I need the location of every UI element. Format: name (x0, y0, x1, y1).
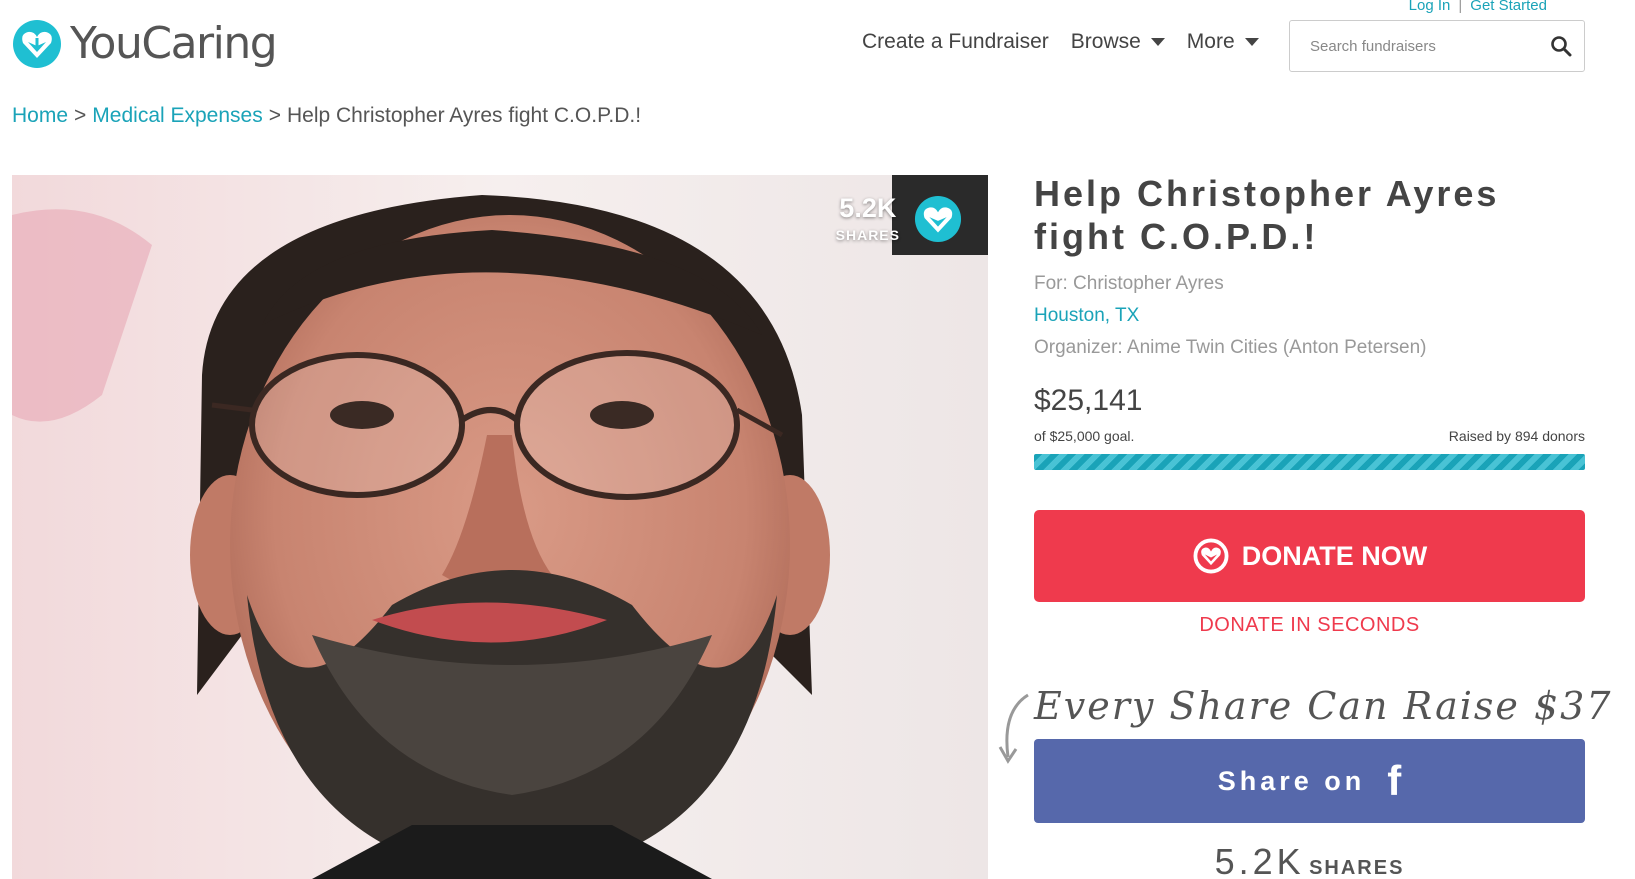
search-input[interactable] (1310, 37, 1550, 55)
share-on-facebook-button[interactable]: Share on f (1034, 739, 1585, 823)
goal-row: of $25,000 goal. Raised by 894 donors (1034, 428, 1585, 444)
nav-create-label: Create a Fundraiser (862, 30, 1049, 53)
photo-share-badge[interactable]: 5.2K SHARES (836, 195, 962, 243)
portrait-image (12, 175, 988, 879)
amount-raised: $25,141 (1034, 384, 1143, 417)
photo-share-label: SHARES (835, 227, 900, 243)
campaign-sidebar: Help Christopher Ayres fight C.O.P.D.! F… (998, 172, 1610, 879)
campaign-location[interactable]: Houston, TX (1034, 300, 1585, 332)
heart-badge-icon (1193, 538, 1229, 574)
top-links-divider: | (1458, 0, 1463, 14)
logo[interactable]: YouCaring (12, 18, 278, 69)
campaign-beneficiary: For: Christopher Ayres (1034, 273, 1224, 294)
main-nav: Create a Fundraiser Browse More (862, 30, 1281, 54)
search-icon[interactable] (1550, 35, 1572, 57)
youcaring-logo-icon (13, 19, 61, 68)
search-box (1289, 20, 1585, 72)
campaign-organizer: Organizer: Anime Twin Cities (Anton Pete… (1034, 337, 1427, 358)
donate-now-button[interactable]: DONATE NOW (1034, 510, 1585, 602)
nav-browse-label: Browse (1070, 30, 1141, 53)
share-count-number: 5.2K (1214, 841, 1305, 879)
share-count-label: SHARES (1309, 857, 1405, 879)
donor-count: Raised by 894 donors (1448, 428, 1585, 444)
donate-subtext: DONATE IN SECONDS (1199, 614, 1420, 636)
nav-more[interactable]: More (1187, 30, 1259, 54)
nav-browse[interactable]: Browse (1071, 30, 1165, 54)
campaign-meta: For: Christopher Ayres Houston, TX Organ… (1034, 268, 1585, 364)
breadcrumb: Home > Medical Expenses > Help Christoph… (12, 104, 641, 128)
breadcrumb-home[interactable]: Home (12, 104, 68, 128)
share-pitch-text: Every Share Can Raise $37 (1034, 684, 1613, 728)
nav-create-fundraiser[interactable]: Create a Fundraiser (862, 30, 1049, 54)
campaign-photo[interactable]: 5.2K SHARES (12, 175, 988, 879)
share-on-label: Share on (1217, 765, 1366, 796)
goal-text: of $25,000 goal. (1034, 428, 1135, 444)
curved-arrow-icon (998, 693, 1029, 764)
top-links: Log In | Get Started (1409, 0, 1547, 14)
logo-text: YouCaring (70, 18, 278, 69)
share-count-footer: 5.2K SHARES (1034, 841, 1585, 879)
donate-now-label: DONATE NOW (1241, 540, 1428, 571)
chevron-down-icon (1150, 38, 1165, 46)
breadcrumb-current: Help Christopher Ayres fight C.O.P.D.! (286, 104, 642, 127)
breadcrumb-separator: > (268, 104, 281, 127)
nav-more-label: More (1186, 30, 1235, 53)
campaign-title: Help Christopher Ayres fight C.O.P.D.! (1034, 173, 1500, 257)
photo-share-number: 5.2K (839, 193, 897, 223)
chevron-down-icon (1244, 38, 1259, 46)
progress-fill (1034, 454, 1585, 470)
breadcrumb-category[interactable]: Medical Expenses (92, 104, 262, 128)
facebook-icon: f (1387, 757, 1402, 804)
progress-bar (1034, 454, 1585, 470)
get-started-link[interactable]: Get Started (1470, 0, 1547, 14)
share-pitch: Every Share Can Raise $37 (998, 685, 1610, 764)
breadcrumb-separator: > (74, 104, 87, 127)
photo-share-count: 5.2K SHARES (835, 193, 900, 244)
youcaring-heart-icon (914, 195, 962, 243)
login-link[interactable]: Log In (1409, 0, 1451, 14)
